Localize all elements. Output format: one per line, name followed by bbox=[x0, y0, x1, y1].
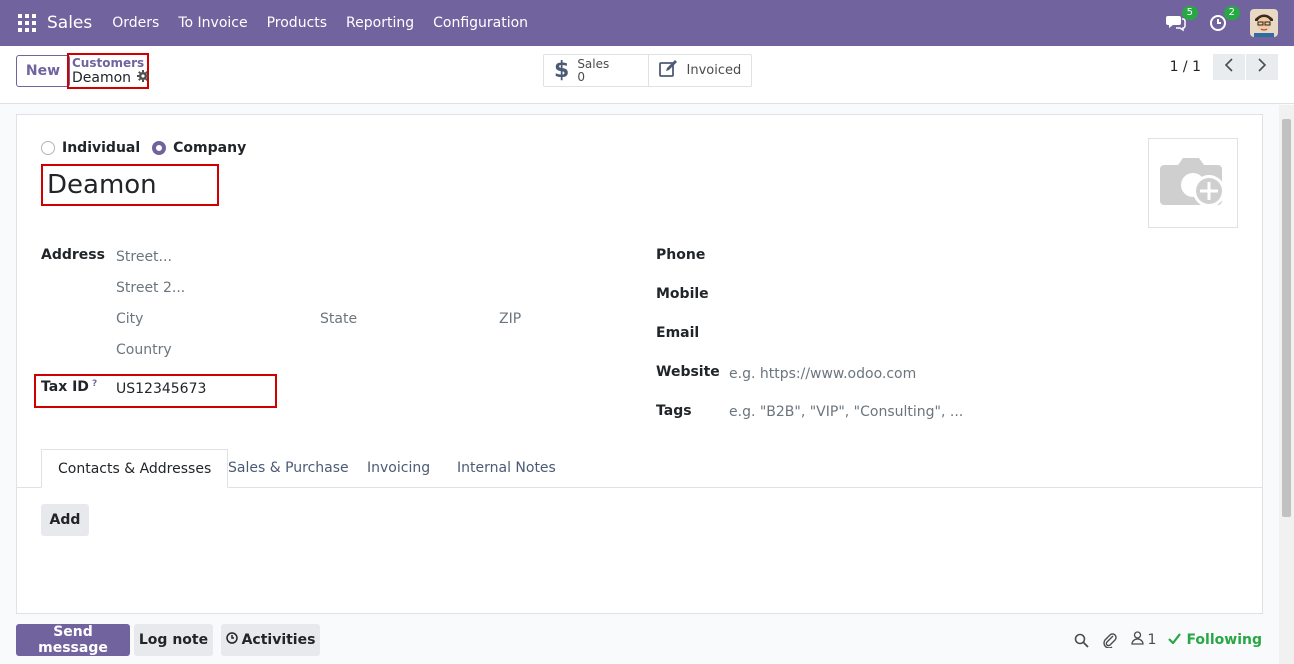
send-message-button[interactable]: Send message bbox=[16, 624, 130, 656]
sales-smart-value: 0 bbox=[577, 69, 585, 84]
individual-radio[interactable] bbox=[41, 141, 55, 155]
pager: 1 / 1 bbox=[1170, 54, 1278, 80]
paperclip-icon[interactable] bbox=[1102, 632, 1117, 648]
partner-image[interactable] bbox=[1148, 138, 1238, 228]
mobile-label: Mobile bbox=[656, 286, 709, 302]
add-contact-button[interactable]: Add bbox=[41, 504, 89, 536]
country-input[interactable]: Country bbox=[116, 342, 172, 358]
activity-clock-icon[interactable]: 2 bbox=[1208, 6, 1240, 34]
scrollbar-thumb[interactable] bbox=[1282, 119, 1291, 517]
form-sheet: Individual Company Deamon Address Street… bbox=[16, 114, 1263, 614]
tax-id-help-icon[interactable]: ? bbox=[92, 379, 97, 389]
email-label: Email bbox=[656, 325, 700, 341]
log-note-button[interactable]: Log note bbox=[134, 624, 213, 656]
company-label[interactable]: Company bbox=[173, 140, 246, 156]
breadcrumb: Customers Deamon bbox=[67, 53, 150, 89]
tax-id-input[interactable]: US12345673 bbox=[116, 381, 206, 397]
breadcrumb-customers[interactable]: Customers bbox=[72, 56, 144, 70]
invoiced-smart-button[interactable]: Invoiced bbox=[647, 55, 752, 86]
company-type-selector: Individual Company bbox=[41, 140, 258, 156]
clock-icon bbox=[225, 632, 238, 648]
camera-add-icon bbox=[1158, 151, 1228, 215]
website-input[interactable]: e.g. https://www.odoo.com bbox=[729, 366, 916, 382]
menu-orders[interactable]: Orders bbox=[112, 15, 159, 31]
gear-icon[interactable] bbox=[137, 70, 150, 86]
smart-buttons: $ Sales 0 Invoiced bbox=[543, 54, 752, 87]
website-label: Website bbox=[656, 364, 720, 380]
chevron-left-icon bbox=[1224, 58, 1234, 76]
sales-smart-button[interactable]: $ Sales 0 bbox=[544, 55, 648, 86]
menu-configuration[interactable]: Configuration bbox=[433, 15, 528, 31]
partner-name-field[interactable]: Deamon bbox=[41, 164, 219, 206]
menu-products[interactable]: Products bbox=[267, 15, 327, 31]
edit-icon bbox=[658, 59, 679, 82]
zip-input[interactable]: ZIP bbox=[499, 311, 521, 327]
pager-value[interactable]: 1 / 1 bbox=[1170, 59, 1201, 75]
control-panel: New Customers Deamon $ Sales 0 Invoiced … bbox=[0, 46, 1294, 104]
check-icon bbox=[1168, 632, 1182, 648]
company-radio[interactable] bbox=[152, 141, 167, 155]
tags-input[interactable]: e.g. "B2B", "VIP", "Consulting", ... bbox=[729, 404, 963, 420]
following-label: Following bbox=[1186, 632, 1262, 648]
apps-grid-icon[interactable] bbox=[18, 14, 36, 32]
followers-button[interactable]: 1 bbox=[1130, 631, 1157, 649]
search-icon[interactable] bbox=[1074, 633, 1089, 648]
following-button[interactable]: Following bbox=[1168, 632, 1262, 648]
address-label: Address bbox=[41, 247, 105, 263]
user-avatar[interactable] bbox=[1250, 9, 1278, 37]
messages-badge: 5 bbox=[1181, 6, 1198, 20]
page-scrollbar[interactable] bbox=[1279, 105, 1294, 664]
sales-smart-label: Sales bbox=[577, 56, 610, 71]
new-button[interactable]: New bbox=[16, 55, 70, 87]
tab-invoicing[interactable]: Invoicing bbox=[367, 449, 430, 488]
activities-label: Activities bbox=[241, 632, 316, 648]
city-input[interactable]: City bbox=[116, 311, 143, 327]
breadcrumb-current: Deamon bbox=[72, 70, 150, 86]
tab-contacts-addresses[interactable]: Contacts & Addresses bbox=[41, 449, 229, 488]
messages-icon[interactable]: 5 bbox=[1166, 6, 1198, 34]
top-navbar: Sales Orders To Invoice Products Reporti… bbox=[0, 0, 1294, 46]
pager-next-button[interactable] bbox=[1246, 54, 1278, 80]
individual-label[interactable]: Individual bbox=[62, 140, 140, 156]
phone-label: Phone bbox=[656, 247, 706, 263]
activities-badge: 2 bbox=[1223, 6, 1240, 20]
followers-count: 1 bbox=[1147, 632, 1157, 648]
tax-id-label: Tax ID? bbox=[41, 379, 98, 395]
invoiced-smart-label: Invoiced bbox=[686, 63, 742, 78]
menu-reporting[interactable]: Reporting bbox=[346, 15, 414, 31]
street-input[interactable]: Street... bbox=[116, 249, 172, 265]
tab-internal-notes[interactable]: Internal Notes bbox=[457, 449, 556, 488]
tags-label: Tags bbox=[656, 403, 692, 419]
notebook-tabs: Contacts & Addresses Sales & Purchase In… bbox=[17, 449, 1262, 488]
tab-sales-purchase[interactable]: Sales & Purchase bbox=[228, 449, 349, 488]
chevron-right-icon bbox=[1257, 58, 1267, 76]
chatter-bar: Send message Log note Activities 1 Follo… bbox=[0, 624, 1294, 656]
app-name[interactable]: Sales bbox=[47, 13, 92, 33]
user-icon bbox=[1130, 631, 1144, 649]
menu-to-invoice[interactable]: To Invoice bbox=[178, 15, 247, 31]
activities-button[interactable]: Activities bbox=[221, 624, 320, 656]
street2-input[interactable]: Street 2... bbox=[116, 280, 185, 296]
state-input[interactable]: State bbox=[320, 311, 357, 327]
dollar-icon: $ bbox=[554, 57, 570, 83]
pager-previous-button[interactable] bbox=[1213, 54, 1245, 80]
breadcrumb-current-label: Deamon bbox=[72, 70, 132, 86]
